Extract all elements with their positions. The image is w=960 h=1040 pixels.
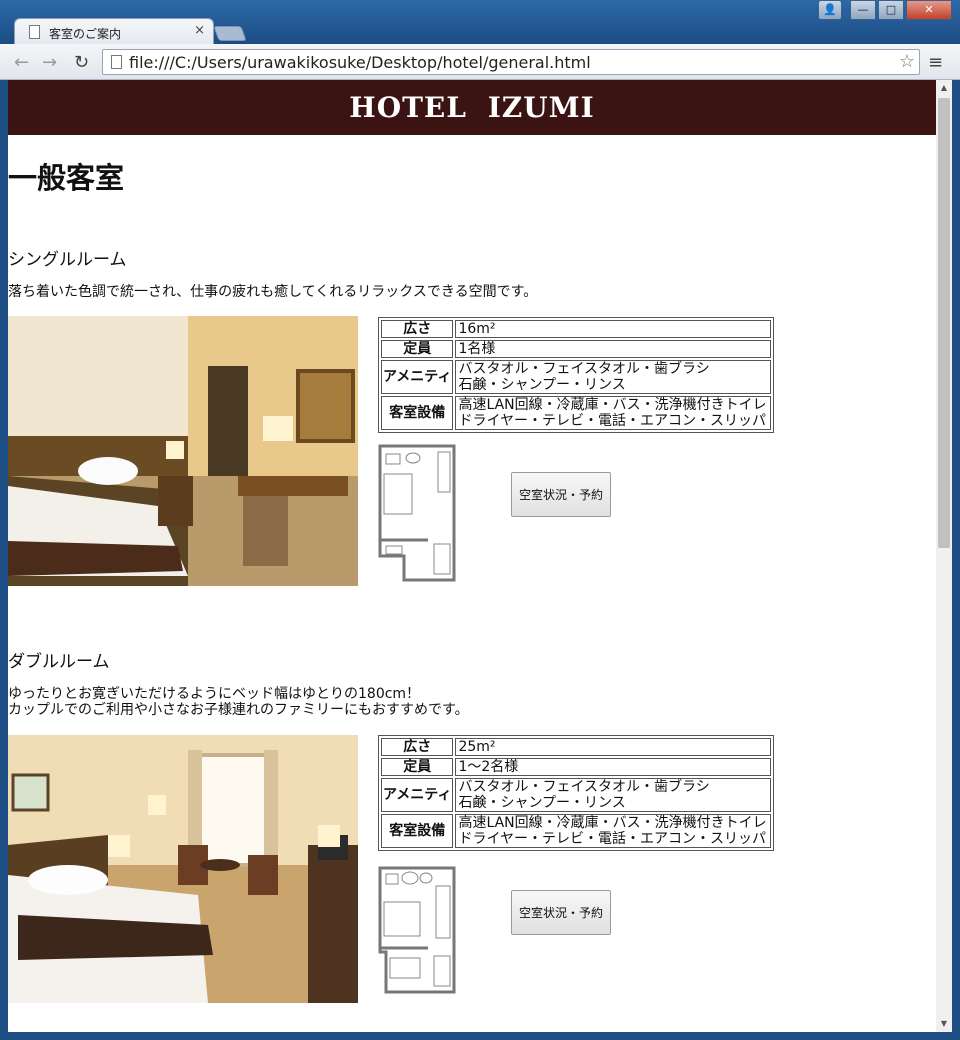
area-value: 25m² — [455, 738, 772, 756]
minimize-button[interactable]: — — [850, 0, 876, 20]
user-profile-icon[interactable]: 👤 — [818, 0, 842, 20]
double-room-photo — [8, 735, 358, 1003]
room-specs-table: 広さ 25m² 定員 1〜2名様 アメニティ バスタオル・フェイスタオル・歯ブラ… — [378, 735, 775, 851]
page-icon — [29, 25, 40, 39]
amenities-value: バスタオル・フェイスタオル・歯ブラシ 石鹸・シャンプー・リンス — [455, 778, 772, 812]
page-viewport: HOTEL IZUMI 一般客室 シングルルーム 落ち着いた色調で統一され、仕事… — [8, 80, 936, 1032]
capacity-value: 1〜2名様 — [455, 758, 772, 776]
single-room-photo — [8, 316, 358, 586]
capacity-value: 1名様 — [455, 340, 772, 358]
area-value: 16m² — [455, 320, 772, 338]
room-name: シングルルーム — [8, 250, 127, 270]
browser-toolbar: ← → ↻ file:///C:/Users/urawakikosuke/Des… — [0, 44, 960, 80]
double-room-floorplan — [378, 866, 456, 994]
forward-arrow-icon[interactable]: → — [42, 52, 57, 73]
scroll-up-arrow-icon[interactable]: ▲ — [936, 80, 952, 96]
amenities-label: アメニティ — [381, 778, 454, 812]
window-frame — [952, 80, 960, 1040]
page-title: 一般客室 — [8, 161, 125, 195]
reload-icon[interactable]: ↻ — [74, 52, 89, 73]
amenities-label: アメニティ — [381, 360, 454, 394]
scroll-down-arrow-icon[interactable]: ▼ — [936, 1016, 952, 1032]
amenities-value: バスタオル・フェイスタオル・歯ブラシ 石鹸・シャンプー・リンス — [455, 360, 772, 394]
facilities-value: 高速LAN回線・冷蔵庫・バス・洗浄機付きトイレ ドライヤー・テレビ・電話・エアコン… — [455, 396, 772, 430]
tab-close-icon[interactable]: × — [194, 23, 205, 38]
hotel-header: HOTEL IZUMI — [8, 80, 936, 135]
new-tab-button[interactable] — [213, 26, 247, 41]
close-window-button[interactable]: ✕ — [906, 0, 952, 20]
capacity-label: 定員 — [381, 340, 454, 358]
reserve-button[interactable]: 空室状況・予約 — [511, 472, 611, 517]
area-label: 広さ — [381, 738, 454, 756]
bookmark-star-icon[interactable]: ☆ — [899, 51, 915, 72]
window-titlebar: 客室のご案内 × 👤 — □ ✕ — [0, 0, 960, 46]
single-room-floorplan — [378, 444, 456, 582]
area-label: 広さ — [381, 320, 454, 338]
scrollbar-thumb[interactable] — [938, 98, 950, 548]
capacity-label: 定員 — [381, 758, 454, 776]
address-bar[interactable]: file:///C:/Users/urawakikosuke/Desktop/h… — [102, 49, 920, 75]
browser-tab[interactable]: 客室のご案内 × — [14, 18, 214, 46]
facilities-label: 客室設備 — [381, 396, 454, 430]
facilities-label: 客室設備 — [381, 814, 454, 848]
window-controls: 👤 — □ ✕ — [818, 0, 952, 20]
facilities-value: 高速LAN回線・冷蔵庫・バス・洗浄機付きトイレ ドライヤー・テレビ・電話・エアコン… — [455, 814, 772, 848]
room-specs-table: 広さ 16m² 定員 1名様 アメニティ バスタオル・フェイスタオル・歯ブラシ石… — [378, 317, 775, 433]
url-text[interactable]: file:///C:/Users/urawakikosuke/Desktop/h… — [129, 53, 591, 72]
room-name: ダブルルーム — [8, 652, 110, 672]
reserve-button[interactable]: 空室状況・予約 — [511, 890, 611, 935]
back-arrow-icon[interactable]: ← — [14, 52, 29, 73]
vertical-scrollbar[interactable]: ▲ ▼ — [936, 80, 952, 1032]
room-description: ゆったりとお寛ぎいただけるようにベッド幅はゆとりの180cm！ カップルでのご利… — [8, 686, 469, 718]
window-frame — [0, 1032, 960, 1040]
menu-icon[interactable]: ≡ — [928, 52, 943, 73]
tab-title: 客室のご案内 — [49, 27, 122, 41]
maximize-button[interactable]: □ — [878, 0, 904, 20]
room-description: 落ち着いた色調で統一され、仕事の疲れも癒してくれるリラックスできる空間です。 — [8, 284, 538, 300]
page-icon — [111, 55, 122, 69]
